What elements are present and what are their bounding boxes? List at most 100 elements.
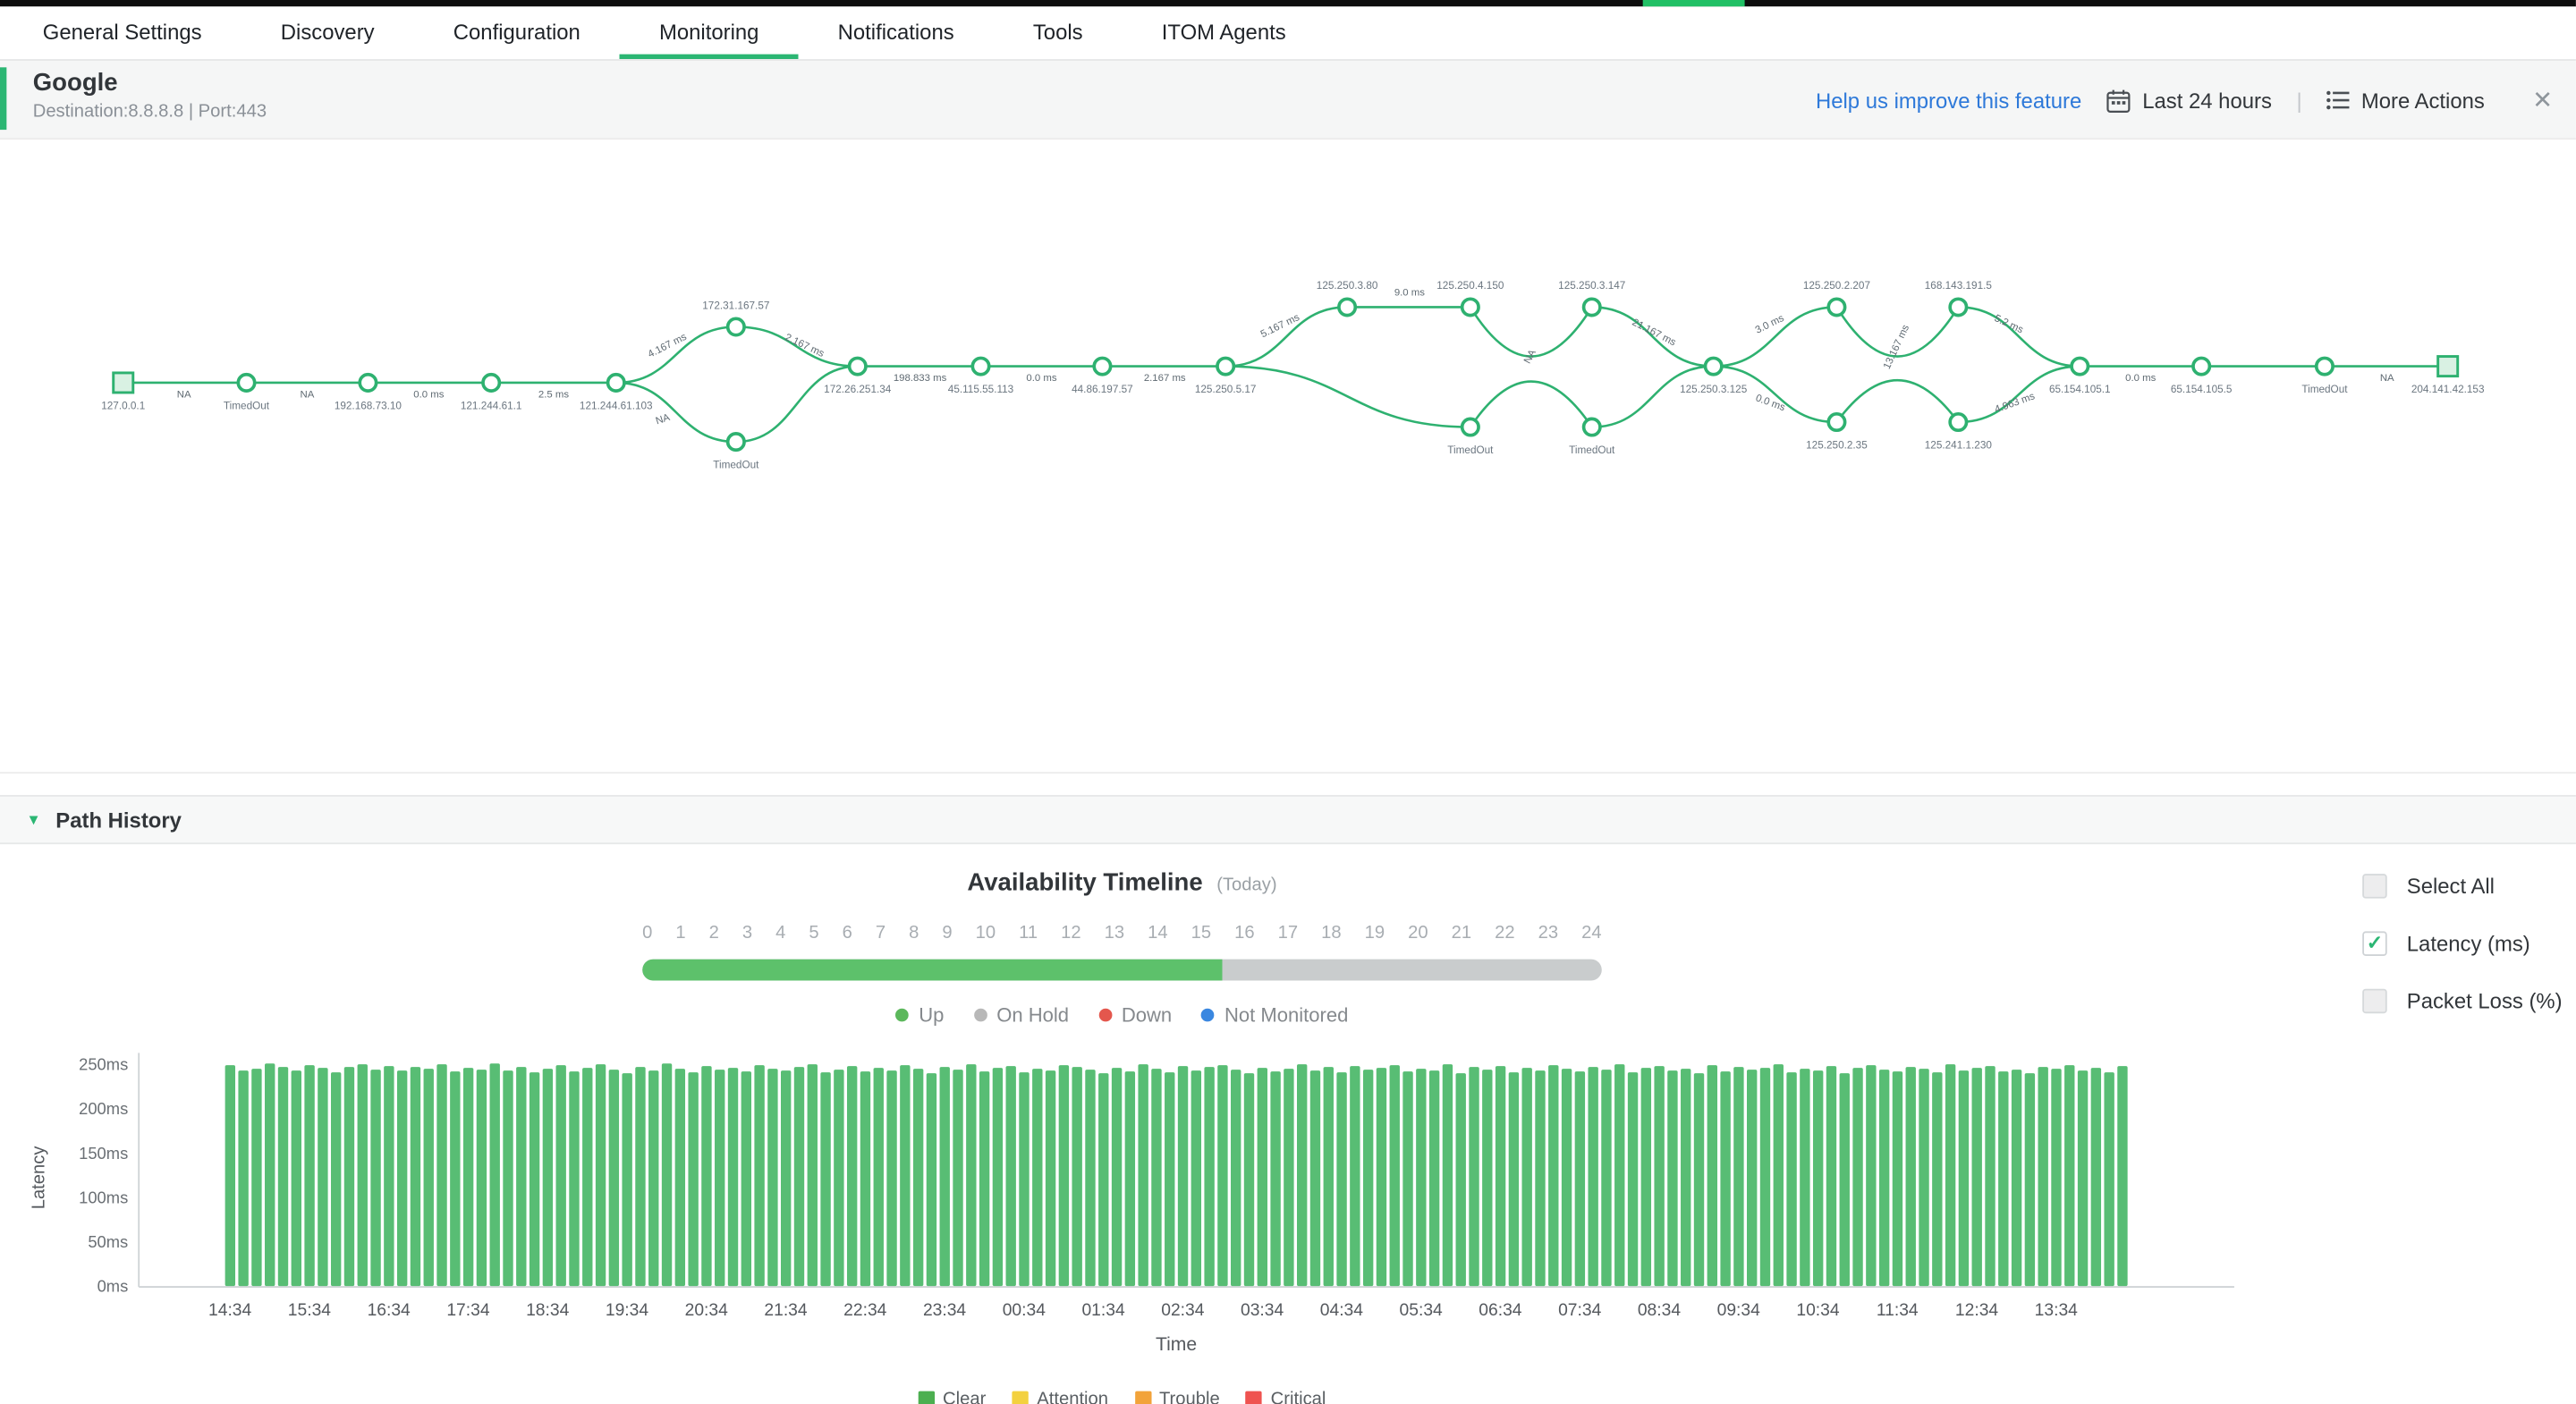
latency-bar[interactable] xyxy=(1296,1064,1308,1287)
latency-bar[interactable] xyxy=(1958,1070,1970,1287)
path-node-168.143.191.5[interactable] xyxy=(1948,297,1969,317)
path-node-172.31.167.57[interactable] xyxy=(725,317,746,337)
latency-bar[interactable] xyxy=(1812,1070,1824,1287)
latency-bar[interactable] xyxy=(1627,1072,1639,1287)
checkbox-checked-icon[interactable]: ✓ xyxy=(2362,930,2387,956)
checkbox-icon[interactable] xyxy=(2362,987,2387,1013)
latency-bar[interactable] xyxy=(1058,1065,1070,1287)
latency-bar[interactable] xyxy=(1442,1064,1453,1287)
latency-bar[interactable] xyxy=(1693,1073,1705,1287)
latency-bar[interactable] xyxy=(357,1064,368,1287)
path-node-TimedOut[interactable] xyxy=(1581,417,1602,437)
option-latency-ms[interactable]: ✓ Latency (ms) xyxy=(2362,930,2576,956)
path-node-TimedOut[interactable] xyxy=(2314,356,2334,376)
latency-bar[interactable] xyxy=(1614,1064,1625,1287)
latency-bar[interactable] xyxy=(2051,1069,2062,1287)
latency-bar[interactable] xyxy=(820,1072,831,1287)
latency-bar[interactable] xyxy=(1309,1070,1321,1287)
path-node-65.154.105.5[interactable] xyxy=(2191,356,2212,376)
latency-bar[interactable] xyxy=(1428,1070,1440,1287)
latency-bar[interactable] xyxy=(807,1064,818,1287)
latency-bar[interactable] xyxy=(1257,1068,1267,1287)
latency-bar[interactable] xyxy=(2064,1065,2075,1287)
latency-bar[interactable] xyxy=(966,1064,977,1287)
latency-bar[interactable] xyxy=(304,1065,315,1287)
time-range-selector[interactable]: Last 24 hours xyxy=(2106,88,2272,113)
latency-bar[interactable] xyxy=(661,1063,673,1287)
path-node-125.250.2.35[interactable] xyxy=(1826,412,1847,433)
latency-bar[interactable] xyxy=(979,1071,990,1287)
latency-bar[interactable] xyxy=(1588,1067,1598,1287)
latency-bar[interactable] xyxy=(1191,1070,1202,1287)
latency-bar[interactable] xyxy=(396,1070,408,1287)
latency-bar[interactable] xyxy=(1098,1073,1109,1287)
latency-bar[interactable] xyxy=(1640,1068,1652,1287)
latency-bar[interactable] xyxy=(1654,1066,1665,1287)
path-history-header[interactable]: ▼ Path History xyxy=(0,794,2576,845)
path-node-125.250.3.80[interactable] xyxy=(1337,297,1358,317)
latency-bar[interactable] xyxy=(860,1071,871,1287)
path-node-125.250.3.125[interactable] xyxy=(1703,356,1724,376)
latency-bar[interactable] xyxy=(1151,1069,1162,1287)
latency-bar[interactable] xyxy=(1085,1070,1096,1287)
latency-bar[interactable] xyxy=(926,1073,937,1287)
latency-bar[interactable] xyxy=(608,1070,620,1287)
path-node-192.168.73.10[interactable] xyxy=(358,372,378,393)
latency-bar[interactable] xyxy=(1759,1068,1771,1287)
latency-bar[interactable] xyxy=(1667,1070,1678,1287)
latency-bar[interactable] xyxy=(2038,1067,2048,1287)
latency-bar[interactable] xyxy=(1932,1072,1943,1287)
latency-bar[interactable] xyxy=(2077,1070,2089,1287)
latency-bar[interactable] xyxy=(701,1066,712,1287)
latency-bar[interactable] xyxy=(476,1070,487,1287)
latency-bar[interactable] xyxy=(635,1067,646,1287)
latency-bar[interactable] xyxy=(1362,1070,1374,1287)
latency-bar[interactable] xyxy=(343,1067,355,1287)
latency-bar[interactable] xyxy=(516,1067,527,1287)
latency-bar[interactable] xyxy=(1124,1071,1136,1287)
latency-bar[interactable] xyxy=(1350,1066,1360,1287)
latency-bar[interactable] xyxy=(582,1068,593,1287)
latency-bar[interactable] xyxy=(1971,1068,1982,1287)
latency-bar[interactable] xyxy=(1773,1064,1784,1287)
latency-bar[interactable] xyxy=(1111,1068,1123,1287)
latency-bar[interactable] xyxy=(1270,1071,1281,1287)
latency-bar[interactable] xyxy=(2090,1068,2102,1287)
latency-bar[interactable] xyxy=(542,1069,554,1287)
latency-bar[interactable] xyxy=(569,1071,580,1287)
latency-bar[interactable] xyxy=(1402,1071,1413,1287)
latency-bar[interactable] xyxy=(1508,1072,1520,1287)
latency-bar[interactable] xyxy=(1495,1066,1506,1287)
latency-bar[interactable] xyxy=(1535,1070,1546,1287)
latency-bar[interactable] xyxy=(793,1067,805,1287)
latency-bar[interactable] xyxy=(1177,1066,1189,1287)
latency-bar[interactable] xyxy=(384,1066,394,1287)
latency-bar[interactable] xyxy=(1284,1069,1294,1287)
latency-bar[interactable] xyxy=(1072,1067,1082,1287)
latency-bar[interactable] xyxy=(1469,1067,1479,1287)
latency-bar[interactable] xyxy=(1852,1068,1863,1287)
latency-bar[interactable] xyxy=(1138,1064,1148,1287)
latency-bar[interactable] xyxy=(1945,1064,1956,1287)
latency-bar[interactable] xyxy=(1482,1070,1493,1287)
path-node-65.154.105.1[interactable] xyxy=(2070,356,2090,376)
feedback-link[interactable]: Help us improve this feature xyxy=(1816,88,2081,113)
latency-bar[interactable] xyxy=(595,1064,606,1287)
path-node-125.250.3.147[interactable] xyxy=(1581,297,1602,317)
latency-bar[interactable] xyxy=(450,1071,461,1287)
latency-bar[interactable] xyxy=(1601,1070,1612,1287)
latency-bar[interactable] xyxy=(1878,1070,1890,1287)
latency-bar[interactable] xyxy=(886,1070,897,1287)
latency-bar[interactable] xyxy=(225,1065,236,1287)
latency-bar[interactable] xyxy=(1720,1071,1731,1287)
tab-configuration[interactable]: Configuration xyxy=(414,6,620,59)
latency-bar[interactable] xyxy=(622,1073,632,1287)
latency-bar[interactable] xyxy=(529,1072,540,1287)
latency-bar[interactable] xyxy=(834,1070,844,1287)
path-node-172.26.251.34[interactable] xyxy=(847,356,868,376)
path-node-204.141.42.153[interactable] xyxy=(2436,355,2460,378)
latency-bar[interactable] xyxy=(1892,1071,1903,1287)
latency-bar[interactable] xyxy=(1826,1066,1837,1287)
tab-discovery[interactable]: Discovery xyxy=(242,6,414,59)
latency-bar[interactable] xyxy=(1389,1065,1400,1287)
